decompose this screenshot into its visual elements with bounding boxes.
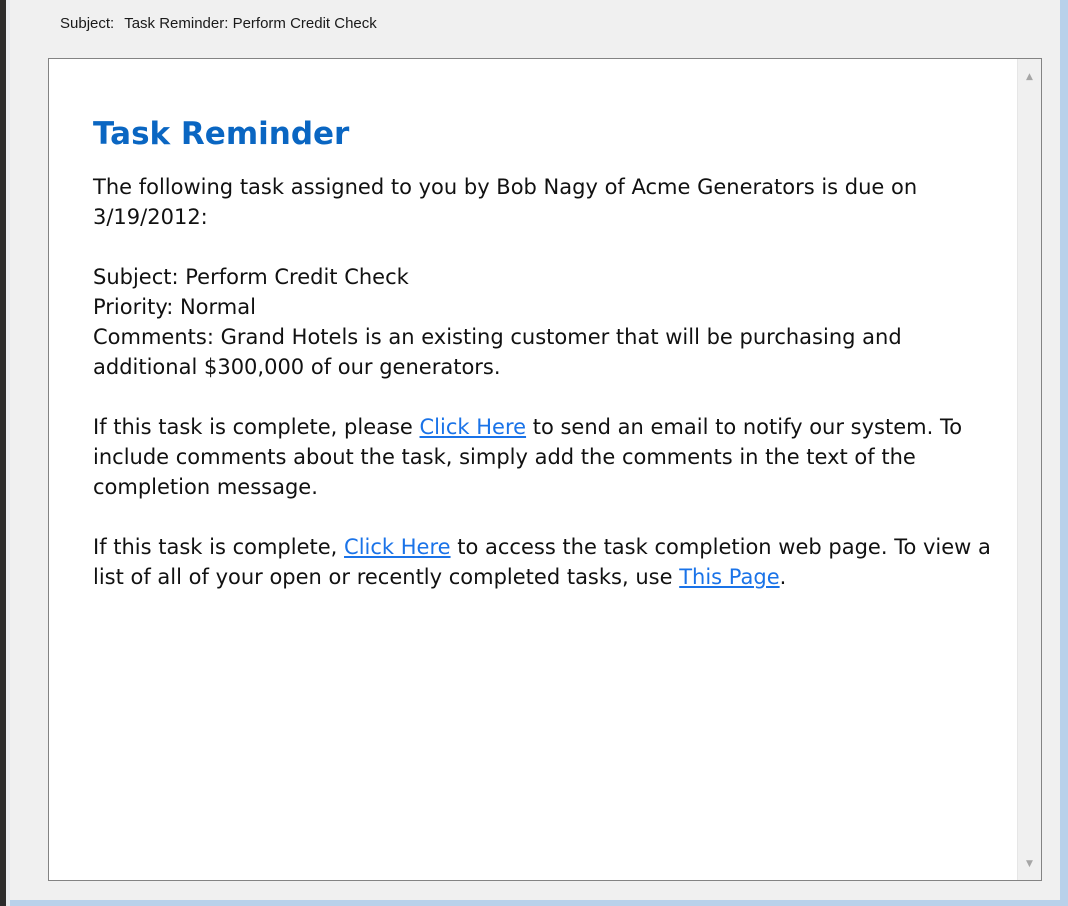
- click-here-email-link[interactable]: Click Here: [420, 415, 527, 439]
- message-content: Task Reminder The following task assigne…: [93, 114, 993, 622]
- click-here-web-link[interactable]: Click Here: [344, 535, 451, 559]
- message-window: Subject: Task Reminder: Perform Credit Ch…: [10, 0, 1060, 900]
- task-priority: Priority: Normal: [93, 295, 256, 319]
- email-completion-text-before: If this task is complete, please: [93, 415, 420, 439]
- subject-label: Subject:: [60, 15, 115, 32]
- task-comments: Comments: Grand Hotels is an existing cu…: [93, 325, 902, 379]
- email-completion-paragraph: If this task is complete, please Click H…: [93, 412, 993, 502]
- task-details: Subject: Perform Credit Check Priority: …: [93, 262, 993, 382]
- chevron-up-icon[interactable]: ▲: [1018, 65, 1041, 89]
- this-page-link[interactable]: This Page: [679, 565, 779, 589]
- intro-paragraph: The following task assigned to you by Bo…: [93, 175, 918, 229]
- task-subject: Subject: Perform Credit Check: [93, 265, 409, 289]
- vertical-scrollbar[interactable]: ▲ ▼: [1017, 59, 1041, 880]
- right-window-frame: [1060, 0, 1068, 906]
- subject-value: Task Reminder: Perform Credit Check: [124, 15, 377, 32]
- message-body-pane[interactable]: Task Reminder The following task assigne…: [48, 58, 1042, 881]
- web-completion-paragraph: If this task is complete, Click Here to …: [93, 532, 993, 592]
- web-completion-text-before: If this task is complete,: [93, 535, 345, 559]
- subject-header: Subject: Task Reminder: Perform Credit Ch…: [60, 15, 377, 32]
- web-completion-text-after: .: [779, 565, 787, 589]
- chevron-down-icon[interactable]: ▼: [1018, 852, 1041, 876]
- message-heading: Task Reminder: [93, 116, 350, 152]
